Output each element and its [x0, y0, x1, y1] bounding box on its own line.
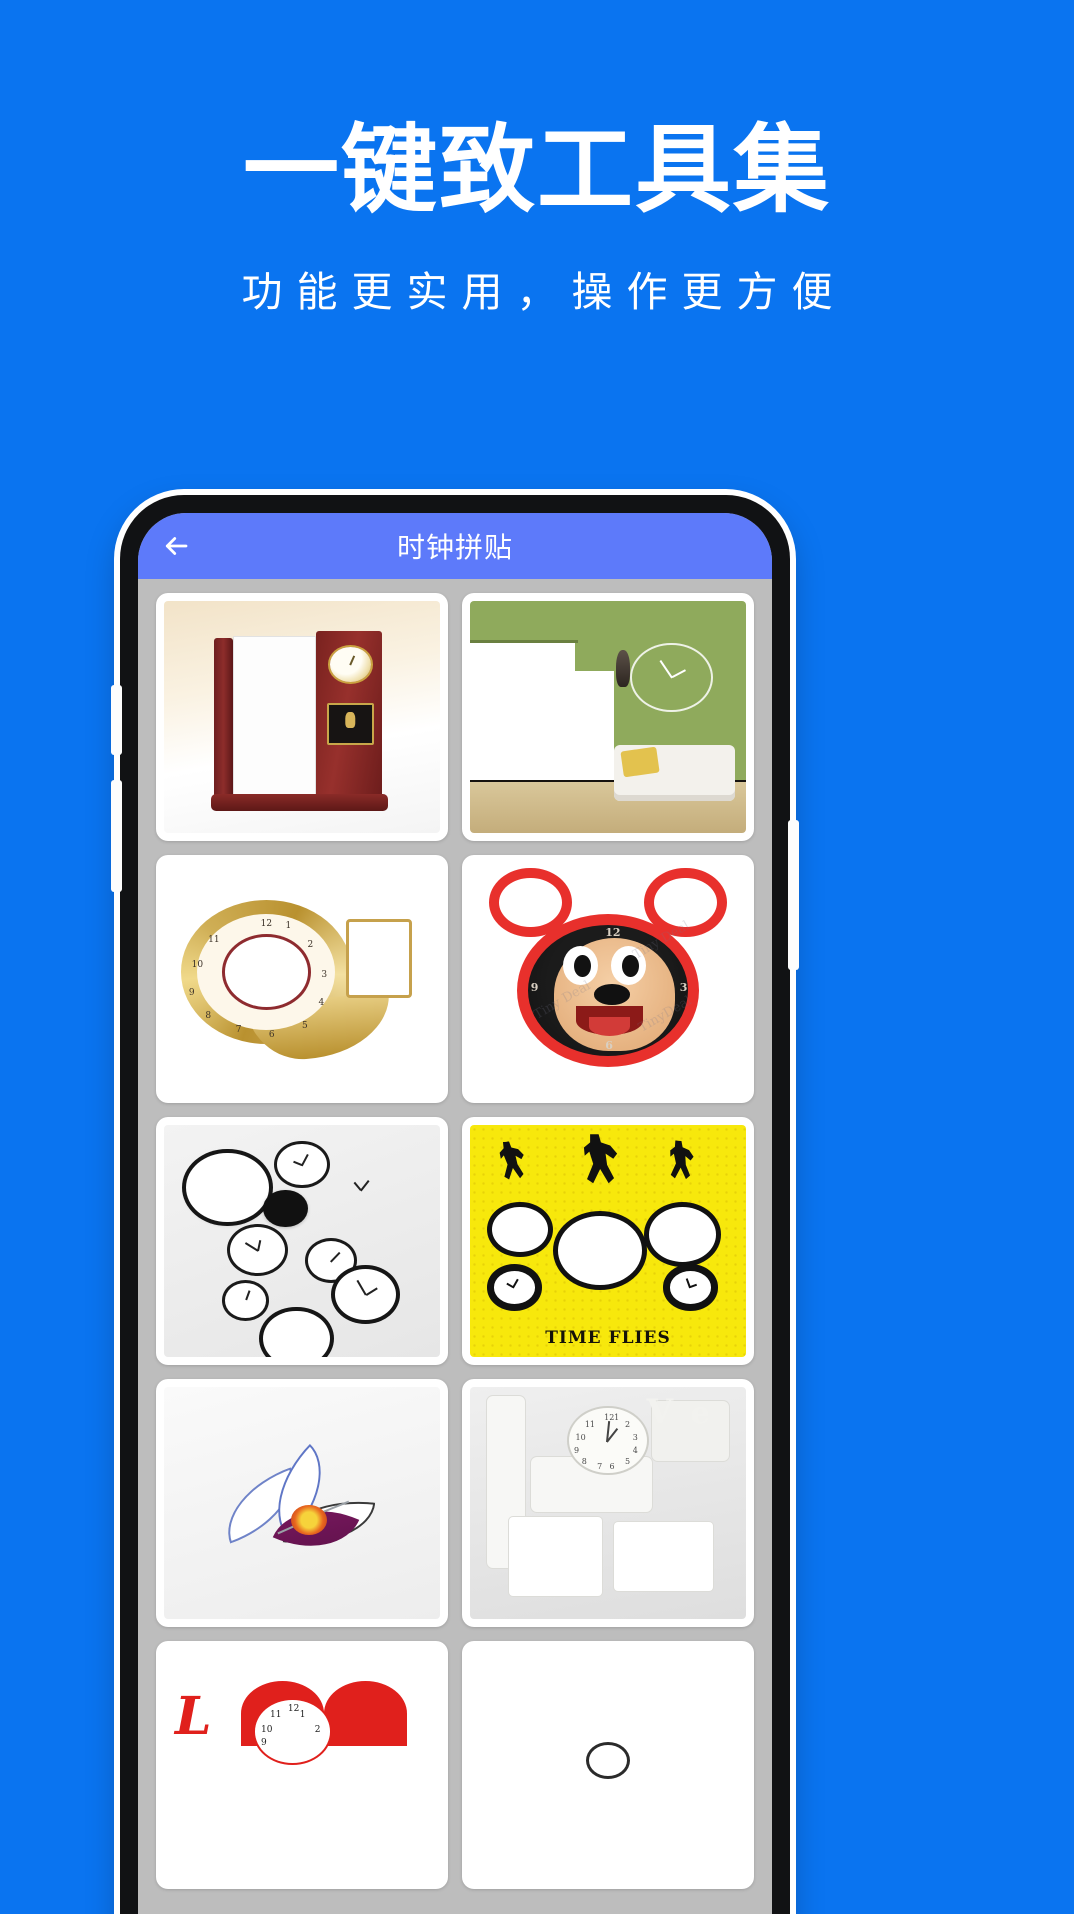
phone-mockup: 时钟拼贴 12 11 10 9 8 7 6 5 4 3 2 1 12 3 6 9…	[111, 495, 799, 1914]
power-button[interactable]	[788, 820, 799, 970]
thumbnail-image: 12 11 10 9 8 7 6 5 4 3 2 1 V e	[470, 1387, 746, 1619]
thumbnail-image: TIME FLIES	[470, 1125, 746, 1357]
thumbnail-image: 12 3 6 9 Tiny Deal Tiny Deal TinyDeal	[470, 863, 746, 1095]
volume-down-button[interactable]	[111, 780, 122, 892]
grid-item-white-round-clock[interactable]	[462, 1641, 754, 1889]
thumbnail-image	[164, 601, 440, 833]
grid-item-petal-modern-clock[interactable]	[156, 1379, 448, 1627]
phone-screen: 时钟拼贴 12 11 10 9 8 7 6 5 4 3 2 1 12 3 6 9…	[138, 513, 772, 1914]
grid-item-red-heart-love-clock[interactable]: L 12 11 10 9 1 2	[156, 1641, 448, 1889]
grid-item-multi-wall-clocks[interactable]	[156, 1117, 448, 1365]
app-header-title: 时钟拼贴	[396, 531, 513, 564]
app-header-bar: 时钟拼贴	[138, 513, 772, 579]
grid-item-gold-ribbon-clock[interactable]: 12 11 10 9 8 7 6 5 4 3 2 1	[156, 855, 448, 1103]
thumbnail-image	[470, 1649, 746, 1881]
back-arrow-icon[interactable]	[156, 526, 196, 566]
promo-header: 一键致工具集 功能更实用，操作更方便	[0, 0, 1074, 318]
thumbnail-image	[470, 601, 746, 833]
grid-item-time-flies-poster[interactable]: TIME FLIES	[462, 1117, 754, 1365]
thumbnail-image	[164, 1387, 440, 1619]
grid-item-love-frame-clock[interactable]: 12 11 10 9 8 7 6 5 4 3 2 1 V e	[462, 1379, 754, 1627]
thumbnail-image	[164, 1125, 440, 1357]
template-grid: 12 11 10 9 8 7 6 5 4 3 2 1 12 3 6 9 Tiny…	[138, 579, 772, 1889]
thumbnail-image: L 12 11 10 9 1 2	[164, 1649, 440, 1881]
poster-caption: TIME FLIES	[545, 1327, 671, 1348]
page-title: 一键致工具集	[243, 114, 831, 226]
page-subtitle: 功能更实用，操作更方便	[241, 267, 847, 316]
volume-up-button[interactable]	[111, 685, 122, 755]
grid-item-wooden-desk-clock-frame[interactable]	[156, 593, 448, 841]
grid-item-green-wall-room-clock[interactable]	[462, 593, 754, 841]
thumbnail-image: 12 11 10 9 8 7 6 5 4 3 2 1	[164, 863, 440, 1095]
grid-item-mickey-mouse-clock[interactable]: 12 3 6 9 Tiny Deal Tiny Deal TinyDeal	[462, 855, 754, 1103]
